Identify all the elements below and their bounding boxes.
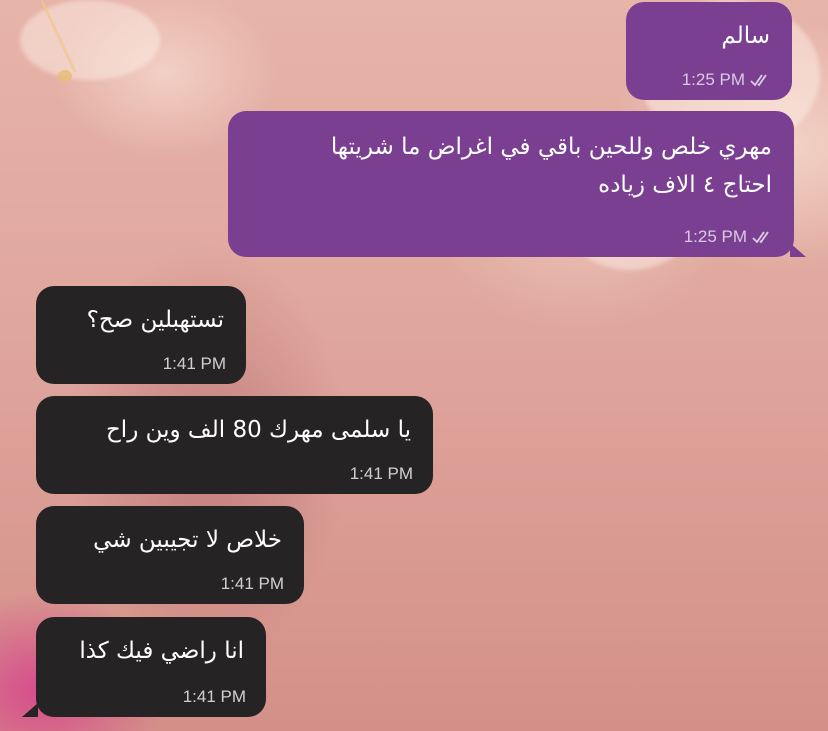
incoming-message-bubble[interactable]: خلاص لا تجيبين شي 1:41 PM xyxy=(36,506,304,604)
message-time: 1:41 PM xyxy=(220,574,284,593)
flower-stamen-decoration xyxy=(58,70,72,82)
incoming-message-bubble[interactable]: يا سلمى مهرك 80 الف وين راح 1:41 PM xyxy=(36,396,433,494)
outgoing-message-bubble[interactable]: مهري خلص وللحين باقي في اغراض ما شريتها … xyxy=(228,111,794,257)
message-time: 1:41 PM xyxy=(349,464,413,483)
message-time: 1:41 PM xyxy=(182,687,246,706)
incoming-message-bubble[interactable]: تستهبلين صح؟ 1:41 PM xyxy=(36,286,246,384)
message-text: انا راضي فيك كذا xyxy=(79,638,244,664)
double-check-icon xyxy=(750,74,767,87)
message-meta: 1:25 PM xyxy=(682,70,772,90)
outgoing-bubble-tail xyxy=(790,243,806,257)
incoming-message-bubble[interactable]: انا راضي فيك كذا 1:41 PM xyxy=(36,617,266,717)
double-check-icon xyxy=(752,231,769,244)
flower-petal-decoration xyxy=(20,0,160,80)
message-meta: 1:41 PM xyxy=(183,687,246,707)
outgoing-message-bubble[interactable]: سالم 1:25 PM xyxy=(626,2,792,100)
message-meta: 1:25 PM xyxy=(684,227,774,247)
message-meta: 1:41 PM xyxy=(163,354,226,374)
message-text: يا سلمى مهرك 80 الف وين راح xyxy=(105,417,411,443)
message-text: خلاص لا تجيبين شي xyxy=(93,527,282,553)
message-meta: 1:41 PM xyxy=(221,574,284,594)
message-text: سالم xyxy=(721,23,770,49)
message-time: 1:25 PM xyxy=(681,70,745,89)
incoming-bubble-tail xyxy=(22,703,38,717)
message-text: تستهبلين صح؟ xyxy=(86,307,224,333)
message-text-line-1: مهري خلص وللحين باقي في اغراض ما شريتها xyxy=(330,134,772,160)
message-time: 1:25 PM xyxy=(683,227,747,246)
message-text-line-2: احتاج ٤ الاف زياده xyxy=(598,172,772,198)
message-time: 1:41 PM xyxy=(162,354,226,373)
message-meta: 1:41 PM xyxy=(350,464,413,484)
